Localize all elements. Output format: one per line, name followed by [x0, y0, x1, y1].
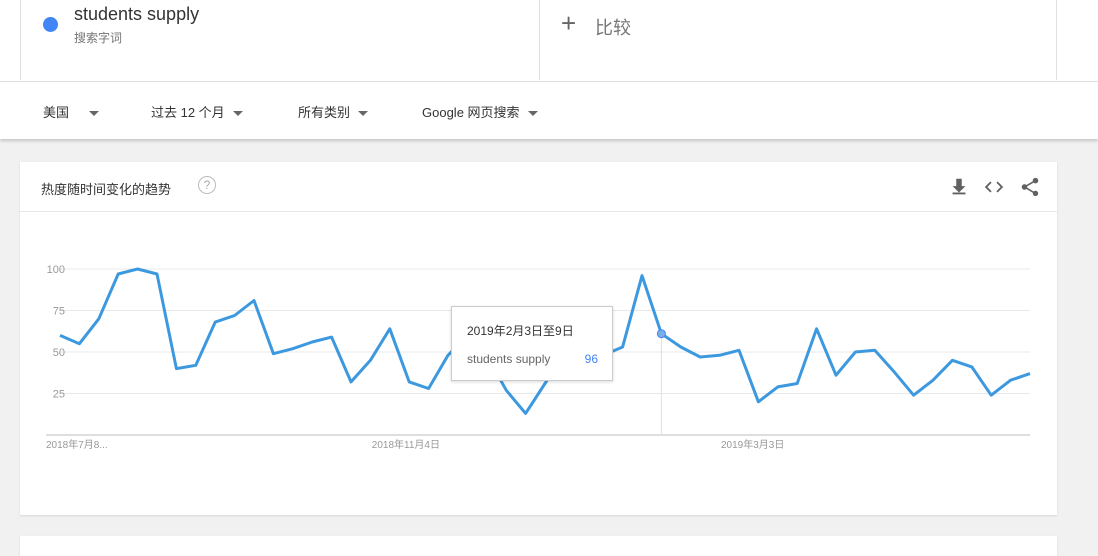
question-circle-icon[interactable]: ?	[198, 176, 216, 194]
region-filter-label: 美国	[43, 105, 70, 120]
plus-icon[interactable]: +	[561, 8, 576, 39]
filter-bar: 美国 过去 12 个月 所有类别 Google 网页搜索	[0, 82, 1098, 139]
chevron-down-icon	[232, 111, 243, 117]
embed-icon[interactable]	[983, 176, 1005, 198]
card-title: 热度随时间变化的趋势	[41, 182, 172, 197]
compare-card[interactable]: + 比较	[539, 0, 1057, 80]
x-tick-label: 2018年11月4日	[372, 438, 440, 451]
chevron-down-icon	[358, 111, 369, 117]
region-filter[interactable]: 美国	[43, 102, 100, 121]
search-term-card[interactable]: students supply 搜索字词	[20, 0, 540, 80]
term-color-dot	[43, 17, 58, 32]
chart-tooltip: 2019年2月3日至9日 students supply 96	[451, 306, 613, 381]
y-tick-label: 50	[53, 347, 65, 359]
search-type-filter[interactable]: Google 网页搜索	[422, 102, 538, 121]
next-card	[20, 536, 1057, 556]
tooltip-value: 96	[584, 352, 598, 366]
download-icon[interactable]	[948, 176, 970, 198]
chevron-down-icon	[89, 111, 100, 117]
time-filter[interactable]: 过去 12 个月	[151, 102, 243, 121]
y-tick-label: 75	[53, 306, 65, 318]
search-term-header: students supply 搜索字词 + 比较	[0, 0, 1098, 82]
search-type-filter-label: Google 网页搜索	[422, 105, 520, 120]
tooltip-date: 2019年2月3日至9日	[467, 324, 574, 338]
interest-over-time-card: 热度随时间变化的趋势 ? 25 50 75 100 2018年7月8... 2018年11…	[20, 162, 1057, 515]
time-filter-label: 过去 12 个月	[151, 105, 225, 120]
term-name[interactable]: students supply	[74, 4, 199, 25]
y-tick-label: 100	[47, 264, 65, 276]
chevron-down-icon	[527, 111, 538, 117]
x-tick-label: 2018年7月8...	[46, 438, 108, 451]
category-filter-label: 所有类别	[298, 105, 351, 120]
highlight-point	[656, 329, 666, 339]
x-tick-label: 2019年3月3日	[721, 438, 784, 451]
compare-label[interactable]: 比较	[595, 14, 631, 40]
term-type-label: 搜索字词	[74, 31, 123, 45]
share-icon[interactable]	[1019, 176, 1041, 198]
category-filter[interactable]: 所有类别	[298, 102, 369, 121]
y-tick-label: 25	[53, 389, 65, 401]
tooltip-term: students supply	[467, 352, 551, 366]
